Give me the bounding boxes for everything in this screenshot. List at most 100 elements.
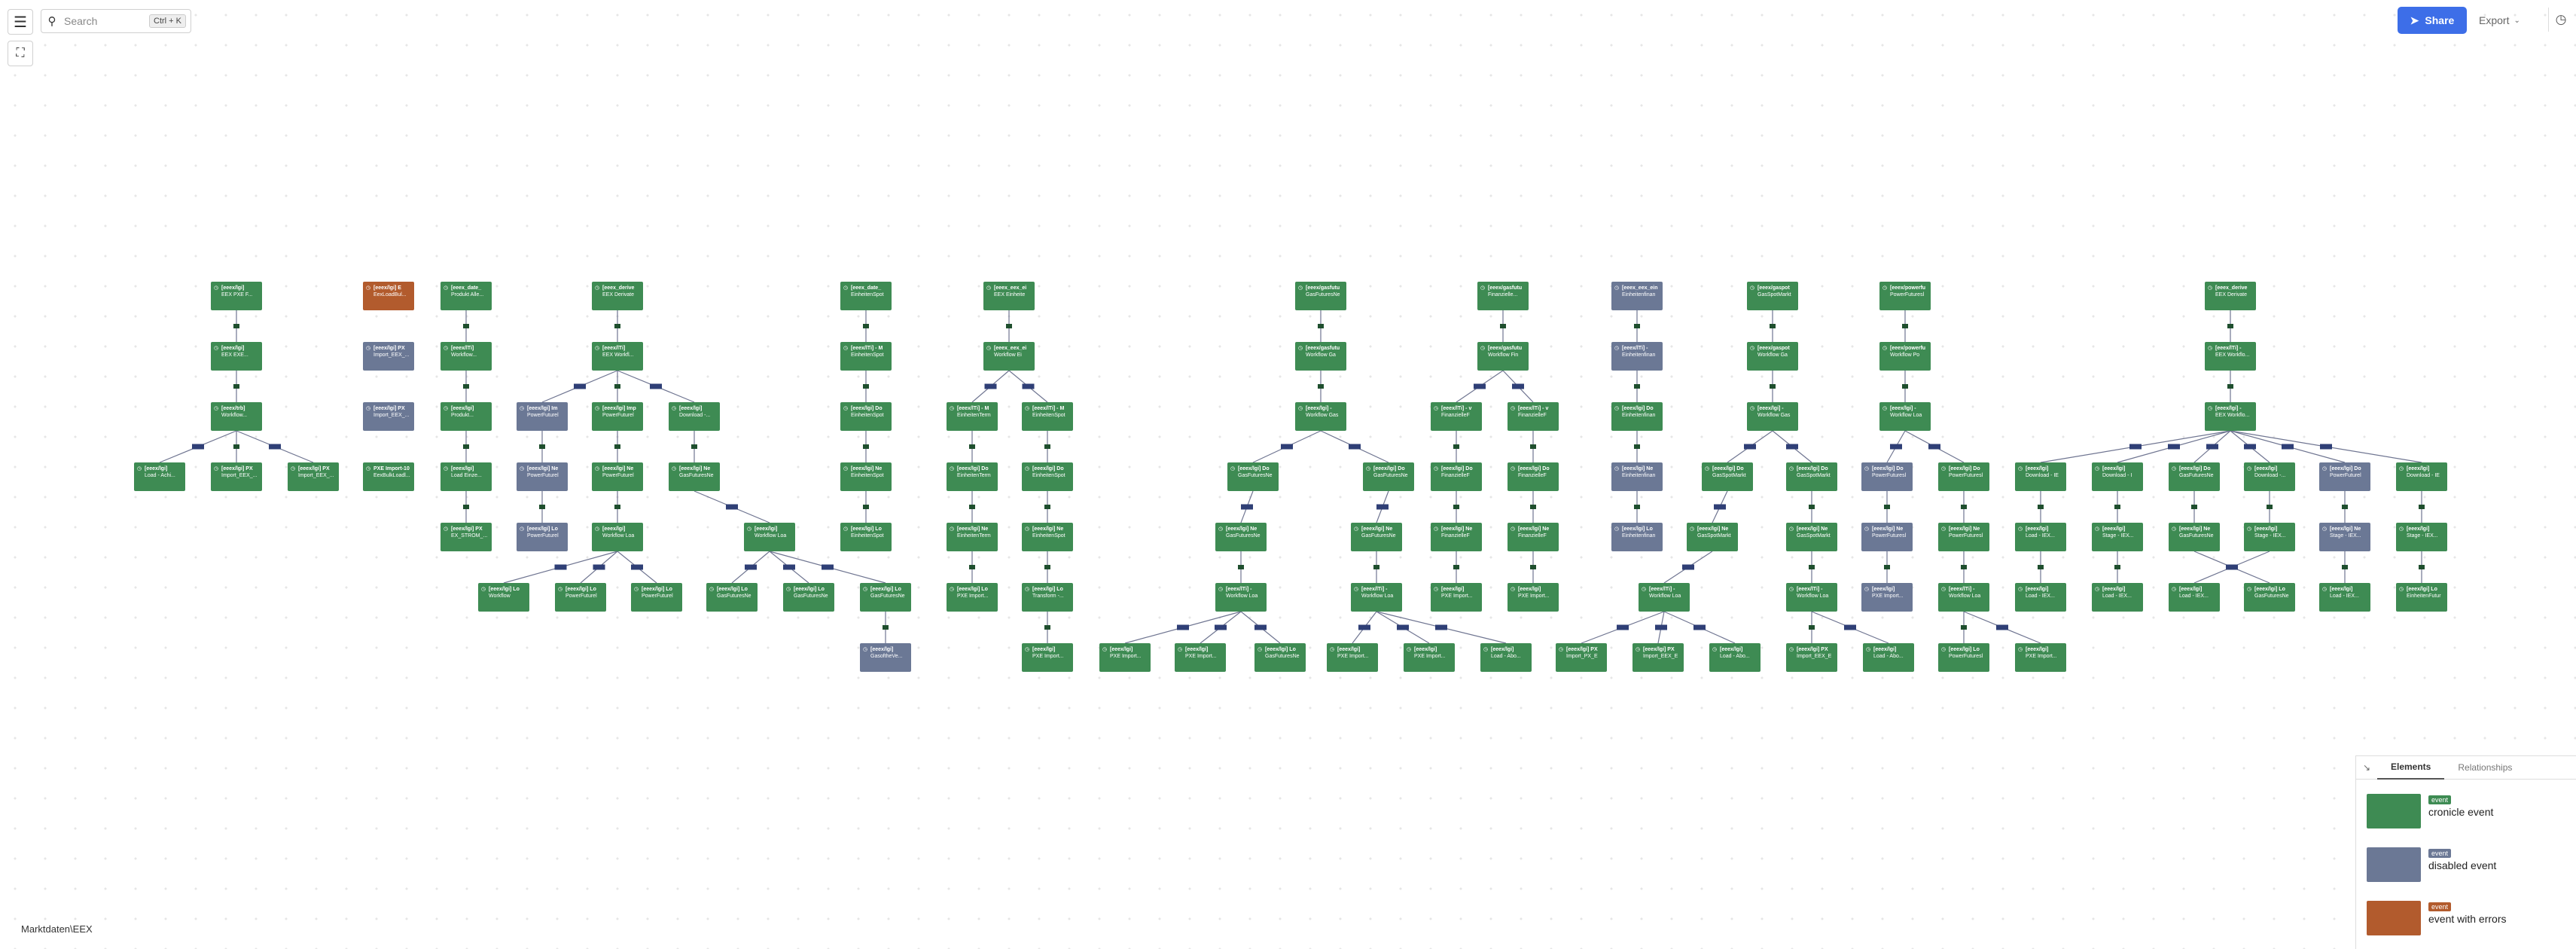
graph-node[interactable]: ◷ [eeex/lgi] Do FinanzielleF <box>1507 462 1559 491</box>
edge-label-marker[interactable] <box>233 444 239 449</box>
edge-label-marker[interactable] <box>539 444 545 449</box>
edge-label-marker[interactable] <box>1693 624 1706 630</box>
edge-label-marker[interactable] <box>463 444 469 449</box>
graph-node[interactable]: ◷ [eeex/lgi] PXE Import... <box>1175 643 1226 672</box>
graph-node[interactable]: ◷ [eeex/lgi] Do PowerFuturesl <box>1861 462 1913 491</box>
edge-label-marker[interactable] <box>2419 505 2425 509</box>
graph-node[interactable]: ◷ [eeex/lgi] Lo GasFuturesNe <box>860 583 911 612</box>
edge-label-marker[interactable] <box>1655 624 1667 630</box>
edge-label-marker[interactable] <box>1397 624 1409 630</box>
edge-label-marker[interactable] <box>1786 444 1798 450</box>
edge-label-marker[interactable] <box>1961 565 1967 569</box>
edge-label-marker[interactable] <box>1770 324 1776 328</box>
graph-node[interactable]: ◷ [eeex_date_ EinheitenSpot <box>840 282 892 310</box>
edge-label-marker[interactable] <box>1714 504 1726 510</box>
graph-node[interactable]: ◷ [eeex/lTi] - Einheitenfinan <box>1611 342 1663 371</box>
graph-node[interactable]: ◷ [eeex/lgi] Ne GasFuturesNe <box>2169 523 2220 551</box>
edge-label-marker[interactable] <box>1006 324 1012 328</box>
graph-node[interactable]: ◷ [eeex/gaspot GasSpotMarkt <box>1747 282 1798 310</box>
edge-label-marker[interactable] <box>233 324 239 328</box>
edge-label-marker[interactable] <box>1890 444 1902 450</box>
graph-node[interactable]: ◷ [eeex/lgi] - EEX Workflo... <box>2205 402 2256 431</box>
edge-label-marker[interactable] <box>1902 384 1908 389</box>
graph-node[interactable]: ◷ [eeex/lgi] Lo PowerFuturesl <box>1938 643 1989 672</box>
edge-label-marker[interactable] <box>1634 324 1640 328</box>
graph-node[interactable]: ◷ [eeex/lgi] Workflow Loa <box>592 523 643 551</box>
graph-node[interactable]: ◷ [eeex/lTi] - M EinheitenTerm <box>947 402 998 431</box>
edge-label-marker[interactable] <box>614 384 620 389</box>
graph-node[interactable]: ◷ [eeex/lgi] Load - IEX... <box>2319 583 2370 612</box>
graph-node[interactable]: ◷ [eeex/lgi] E EexLoadBul... <box>363 282 414 310</box>
edge-label-marker[interactable] <box>1500 324 1506 328</box>
graph-node[interactable]: ◷ [eeex/lTi] - v FinanzielleF <box>1431 402 1482 431</box>
edge-label-marker[interactable] <box>1617 624 1629 630</box>
tab-relationships[interactable]: Relationships <box>2444 756 2526 779</box>
edge-label-marker[interactable] <box>745 564 757 570</box>
edge-label-marker[interactable] <box>614 505 620 509</box>
graph-node[interactable]: ◷ [eeex/lgi] Ne GasFuturesNe <box>1215 523 1267 551</box>
graph-node[interactable]: ◷ [eeex/lgi] Imp PowerFuturel <box>592 402 643 431</box>
edge-label-marker[interactable] <box>783 564 795 570</box>
graph-node[interactable]: ◷ [eeex/lTi] - M EinheitenSpot <box>840 342 892 371</box>
graph-node[interactable]: ◷ [eeex/lgi] PXE Import... <box>1431 583 1482 612</box>
edge-label-marker[interactable] <box>1358 624 1370 630</box>
graph-node[interactable]: ◷ [eeex/lTi] - EEX Workflo... <box>2205 342 2256 371</box>
edge-label-marker[interactable] <box>1809 625 1815 630</box>
edge-label-marker[interactable] <box>2342 505 2348 509</box>
graph-node[interactable]: ◷ [eeex/lgi] PX EX_STROM_... <box>441 523 492 551</box>
edge-label-marker[interactable] <box>269 444 281 450</box>
graph-node[interactable]: ◷ [eeex_eex_ei EEX Einheite <box>983 282 1035 310</box>
graph-node[interactable]: ◷ [eeex/lgi] PXE Import... <box>1022 643 1073 672</box>
edge-label-marker[interactable] <box>2227 324 2233 328</box>
edge-label-marker[interactable] <box>2114 565 2120 569</box>
edge-label-marker[interactable] <box>863 384 869 389</box>
edge-label-marker[interactable] <box>1884 505 1890 509</box>
edge-label-marker[interactable] <box>1474 383 1486 389</box>
edge-label-marker[interactable] <box>1215 624 1227 630</box>
edge-label-marker[interactable] <box>1884 565 1890 569</box>
graph-node[interactable]: ◷ [eeex/lgi] PXE Import... <box>1507 583 1559 612</box>
graph-node[interactable]: ◷ [eeex/lTi] - Workflow Loa <box>1639 583 1690 612</box>
edge-label-marker[interactable] <box>1453 565 1459 569</box>
edge-label-marker[interactable] <box>883 625 889 630</box>
graph-node[interactable]: ◷ [eeex/lgi] Ne Stage - IEX... <box>2319 523 2370 551</box>
edge-label-marker[interactable] <box>1254 624 1267 630</box>
graph-node[interactable]: ◷ [eeex_eex_ein Einheitenfinan <box>1611 282 1663 310</box>
edge-label-marker[interactable] <box>2168 444 2180 450</box>
graph-node[interactable]: ◷ [eeex/lgi] Download - IE <box>2396 462 2447 491</box>
graph-node[interactable]: ◷ [eeex/lgi] PXE Import... <box>1861 583 1913 612</box>
edge-label-marker[interactable] <box>1281 444 1293 450</box>
edge-label-marker[interactable] <box>2038 505 2044 509</box>
graph-node[interactable]: ◷ [eeex/lTi] Workflow... <box>441 342 492 371</box>
graph-node[interactable]: ◷ [eeex/lgi] Load - IEX... <box>2015 523 2066 551</box>
graph-node[interactable]: ◷ [eeex/lgi] Ne GasSpotMarkt <box>1786 523 1837 551</box>
graph-node[interactable]: ◷ [eeex/lgi] Stage - IEX... <box>2244 523 2295 551</box>
graph-node[interactable]: ◷ [eeex/lgi] Ne GasFuturesNe <box>1351 523 1402 551</box>
graph-node[interactable]: ◷ [eeex/gasfutu Workflow Ga <box>1295 342 1346 371</box>
graph-node[interactable]: ◷ [eeex/lgi] Workflow Loa <box>744 523 795 551</box>
graph-node[interactable]: ◷ [eeex/lgi] Ne Einheitenfinan <box>1611 462 1663 491</box>
graph-node[interactable]: ◷ [eeex/lgi] Do GasFuturesNe <box>2169 462 2220 491</box>
graph-node[interactable]: ◷ [eeex/lgi] Do EinheitenTerm <box>947 462 998 491</box>
graph-node[interactable]: ◷ [eeex/lgi] EEX PXE F... <box>211 282 262 310</box>
edge-label-marker[interactable] <box>969 565 975 569</box>
graph-node[interactable]: ◷ [eeex/lgi] Load Einze... <box>441 462 492 491</box>
edge-label-marker[interactable] <box>539 505 545 509</box>
graph-node[interactable]: ◷ [eeex/lgi] Load - IEX... <box>2092 583 2143 612</box>
edge-label-marker[interactable] <box>614 324 620 328</box>
graph-node[interactable]: ◷ [eeex/lgi] Do PowerFuturesl <box>1938 462 1989 491</box>
graph-node[interactable]: ◷ [eeex/lgi] Stage - IEX... <box>2396 523 2447 551</box>
edge-label-marker[interactable] <box>1453 505 1459 509</box>
graph-node[interactable]: ◷ [eeex/lgi] Download -... <box>669 402 720 431</box>
edge-label-marker[interactable] <box>1744 444 1756 450</box>
graph-node[interactable]: ◷ [eeex/lgi] Load - Abo... <box>1480 643 1532 672</box>
graph-node[interactable]: ◷ [eeex/lTi] - Workflow Loa <box>1215 583 1267 612</box>
edge-label-marker[interactable] <box>822 564 834 570</box>
graph-node[interactable]: ◷ [eeex/lgi] - Workflow Gas <box>1747 402 1798 431</box>
edge-label-marker[interactable] <box>1961 505 1967 509</box>
graph-node[interactable]: ◷ [eeex/lgi] Ne EinheitenSpot <box>1022 523 1073 551</box>
graph-node[interactable]: ◷ [eeex/lgi] PX Import_EEX_... <box>288 462 339 491</box>
edge-label-marker[interactable] <box>2267 505 2273 509</box>
graph-node[interactable]: ◷ [eeex/lgi] Do FinanzielleF <box>1431 462 1482 491</box>
graph-node[interactable]: ◷ [eeex/lgi] Do GasSpotMarkt <box>1786 462 1837 491</box>
